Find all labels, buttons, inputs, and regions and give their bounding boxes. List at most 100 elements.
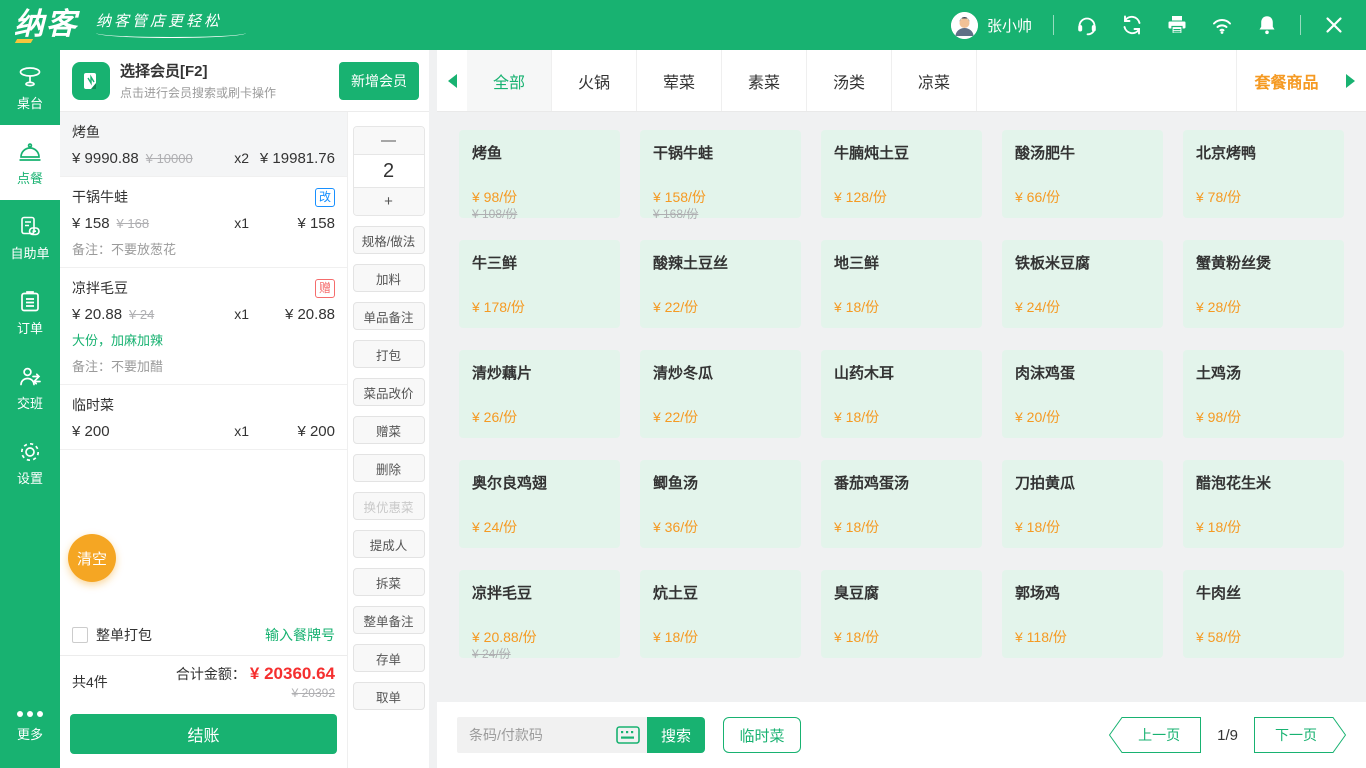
- dish-card[interactable]: 蟹黄粉丝煲 ¥ 28/份: [1183, 240, 1344, 328]
- action-button[interactable]: 规格/做法: [353, 226, 425, 254]
- order-item-price: ¥ 200: [72, 423, 110, 440]
- dish-card[interactable]: 山药木耳 ¥ 18/份: [821, 350, 982, 438]
- quantity-plus-button[interactable]: +: [354, 188, 424, 215]
- menu-area: 全部 火锅 荤菜 素菜 汤类 凉菜 套餐商品 烤鱼 ¥ 98/份 ¥: [437, 50, 1366, 768]
- dish-card[interactable]: 醋泡花生米 ¥ 18/份: [1183, 460, 1344, 548]
- notification-icon[interactable]: [1255, 13, 1279, 37]
- action-button[interactable]: 加料: [353, 264, 425, 292]
- sidebar-item-label: 桌台: [17, 93, 43, 112]
- action-button[interactable]: 赠菜: [353, 416, 425, 444]
- category-tab[interactable]: 全部: [467, 50, 552, 111]
- category-tab[interactable]: 凉菜: [892, 50, 977, 111]
- dish-card[interactable]: 凉拌毛豆 ¥ 20.88/份 ¥ 24/份: [459, 570, 620, 658]
- dish-card[interactable]: 鲫鱼汤 ¥ 36/份: [640, 460, 801, 548]
- order-item[interactable]: 烤鱼 ¥ 9990.88 ¥ 10000 x2 ¥ 19981.76: [60, 112, 347, 177]
- dish-name: 肉沫鸡蛋: [1015, 362, 1150, 383]
- sidebar-item-tables[interactable]: 桌台: [0, 50, 60, 125]
- dish-card[interactable]: 肉沫鸡蛋 ¥ 20/份: [1002, 350, 1163, 438]
- sidebar-item-self-order[interactable]: 自助单: [0, 200, 60, 275]
- close-icon[interactable]: [1322, 13, 1346, 37]
- combo-products-tab[interactable]: 套餐商品: [1236, 50, 1336, 111]
- order-item[interactable]: 临时菜 ¥ 200 x1 ¥ 200: [60, 385, 347, 450]
- total-amount: ¥ 20360.64: [250, 664, 335, 684]
- action-button[interactable]: 打包: [353, 340, 425, 368]
- gear-icon: [17, 439, 43, 465]
- dish-card[interactable]: 牛三鲜 ¥ 178/份: [459, 240, 620, 328]
- action-button[interactable]: 单品备注: [353, 302, 425, 330]
- prev-page-label: 上一页: [1109, 717, 1201, 753]
- prev-page-button[interactable]: 上一页: [1109, 717, 1201, 753]
- dish-card[interactable]: 地三鲜 ¥ 18/份: [821, 240, 982, 328]
- quantity-minus-button[interactable]: —: [354, 127, 424, 154]
- edit-badge[interactable]: 改: [315, 188, 335, 207]
- original-total-amount: ¥ 20392: [176, 686, 335, 700]
- checkout-button[interactable]: 结账: [70, 714, 337, 754]
- order-item-total: ¥ 158: [249, 215, 335, 232]
- sidebar-item-settings[interactable]: 设置: [0, 425, 60, 500]
- user-name[interactable]: 张小帅: [987, 15, 1032, 36]
- sidebar-item-ordering[interactable]: 点餐: [0, 125, 60, 200]
- dish-card[interactable]: 酸汤肥牛 ¥ 66/份: [1002, 130, 1163, 218]
- tabs-scroll-right-button[interactable]: [1336, 50, 1366, 111]
- category-tab[interactable]: 汤类: [807, 50, 892, 111]
- sidebar-item-shift[interactable]: 交班: [0, 350, 60, 425]
- dish-card[interactable]: 清炒冬瓜 ¥ 22/份: [640, 350, 801, 438]
- sidebar-item-label: 自助单: [10, 243, 49, 262]
- dish-price: ¥ 18/份: [834, 517, 879, 537]
- action-button[interactable]: 换优惠菜: [353, 492, 425, 520]
- printer-icon[interactable]: [1165, 13, 1189, 37]
- tabs-scroll-left-button[interactable]: [437, 50, 467, 111]
- dish-original-price: ¥ 168/份: [653, 205, 698, 222]
- dish-card[interactable]: 郭场鸡 ¥ 118/份: [1002, 570, 1163, 658]
- dish-name: 牛肉丝: [1196, 582, 1331, 603]
- dish-card[interactable]: 刀拍黄瓜 ¥ 18/份: [1002, 460, 1163, 548]
- dish-card[interactable]: 臭豆腐 ¥ 18/份: [821, 570, 982, 658]
- dish-card[interactable]: 铁板米豆腐 ¥ 24/份: [1002, 240, 1163, 328]
- menu-footer: 搜索 临时菜 上一页 1/9 下一页: [437, 702, 1366, 768]
- sidebar-item-more[interactable]: 更多: [0, 687, 60, 762]
- add-member-button[interactable]: 新增会员: [339, 62, 419, 100]
- enter-table-number-link[interactable]: 输入餐牌号: [265, 625, 335, 645]
- category-tab[interactable]: 荤菜: [637, 50, 722, 111]
- action-button[interactable]: 取单: [353, 682, 425, 710]
- dish-price: ¥ 98/份: [472, 187, 517, 207]
- action-button[interactable]: 拆菜: [353, 568, 425, 596]
- sync-icon[interactable]: [1120, 13, 1144, 37]
- category-tab[interactable]: 素菜: [722, 50, 807, 111]
- dish-price: ¥ 78/份: [1196, 187, 1241, 207]
- action-button[interactable]: 删除: [353, 454, 425, 482]
- dish-card[interactable]: 牛肉丝 ¥ 58/份: [1183, 570, 1344, 658]
- pack-whole-order-checkbox[interactable]: [72, 627, 88, 643]
- order-item[interactable]: 凉拌毛豆 赠 ¥ 20.88 ¥ 24 x1 ¥ 20.88 大份，加麻加辣 备…: [60, 268, 347, 385]
- order-item-qty: x2: [234, 150, 249, 166]
- category-tab[interactable]: 火锅: [552, 50, 637, 111]
- wifi-icon[interactable]: [1210, 13, 1234, 37]
- quantity-value: 2: [354, 154, 424, 188]
- avatar[interactable]: [951, 12, 978, 39]
- sidebar-item-orders[interactable]: 订单: [0, 275, 60, 350]
- member-bar[interactable]: 选择会员[F2] 点击进行会员搜索或刷卡操作 新增会员: [60, 50, 429, 112]
- action-button[interactable]: 菜品改价: [353, 378, 425, 406]
- order-item[interactable]: 干锅牛蛙 改 ¥ 158 ¥ 168 x1 ¥ 158 备注：不要放葱花: [60, 177, 347, 268]
- customer-service-icon[interactable]: [1075, 13, 1099, 37]
- keyboard-icon[interactable]: [616, 726, 640, 749]
- dish-card[interactable]: 干锅牛蛙 ¥ 158/份 ¥ 168/份: [640, 130, 801, 218]
- dish-card[interactable]: 土鸡汤 ¥ 98/份: [1183, 350, 1344, 438]
- dish-card[interactable]: 北京烤鸭 ¥ 78/份: [1183, 130, 1344, 218]
- clear-order-button[interactable]: 清空: [68, 534, 116, 582]
- dish-card[interactable]: 奥尔良鸡翅 ¥ 24/份: [459, 460, 620, 548]
- action-button[interactable]: 存单: [353, 644, 425, 672]
- action-button[interactable]: 提成人: [353, 530, 425, 558]
- next-page-button[interactable]: 下一页: [1254, 717, 1346, 753]
- dish-card[interactable]: 烤鱼 ¥ 98/份 ¥ 108/份: [459, 130, 620, 218]
- dish-price: ¥ 18/份: [1015, 517, 1060, 537]
- dish-card[interactable]: 清炒藕片 ¥ 26/份: [459, 350, 620, 438]
- dish-price: ¥ 118/份: [1015, 627, 1067, 647]
- search-button[interactable]: 搜索: [647, 717, 705, 753]
- dish-card[interactable]: 炕土豆 ¥ 18/份: [640, 570, 801, 658]
- dish-card[interactable]: 酸辣土豆丝 ¥ 22/份: [640, 240, 801, 328]
- action-button[interactable]: 整单备注: [353, 606, 425, 634]
- dish-card[interactable]: 番茄鸡蛋汤 ¥ 18/份: [821, 460, 982, 548]
- dish-card[interactable]: 牛腩炖土豆 ¥ 128/份: [821, 130, 982, 218]
- temp-dish-button[interactable]: 临时菜: [723, 717, 801, 753]
